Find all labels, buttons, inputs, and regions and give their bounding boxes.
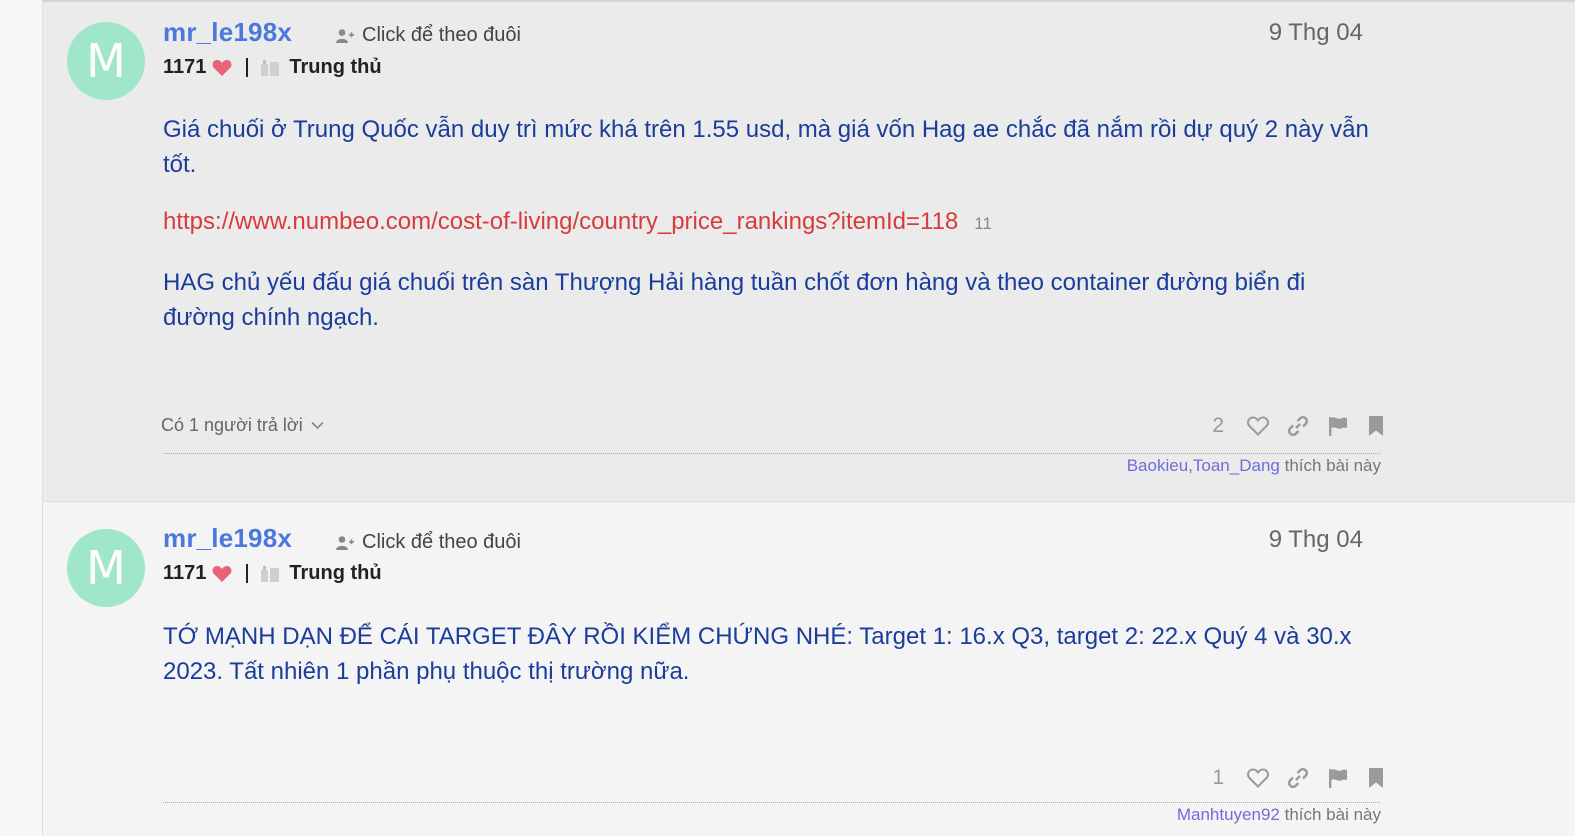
share-link-button[interactable] bbox=[1287, 415, 1309, 437]
meta-separator bbox=[246, 58, 249, 77]
link-icon bbox=[1287, 415, 1309, 437]
like-count: 2 bbox=[1212, 414, 1224, 437]
user-rank: Trung thủ bbox=[289, 56, 382, 78]
bookmark-button[interactable] bbox=[1367, 415, 1385, 437]
heart-icon bbox=[212, 59, 232, 76]
bookmark-icon bbox=[1369, 416, 1383, 436]
post-date[interactable]: 9 Thg 04 bbox=[1269, 19, 1363, 47]
heart-outline-icon bbox=[1247, 416, 1269, 436]
meta-separator bbox=[246, 564, 249, 583]
username-link[interactable]: mr_le198x bbox=[163, 523, 292, 554]
follow-label: Click để theo đuôi bbox=[362, 531, 521, 553]
replies-toggle[interactable]: Có 1 người trả lời bbox=[161, 415, 324, 436]
post-paragraph: HAG chủ yếu đấu giá chuối trên sàn Thượn… bbox=[163, 269, 1306, 331]
liker-link[interactable]: Toan_Dang bbox=[1193, 456, 1280, 475]
like-count: 1 bbox=[1212, 766, 1224, 789]
likers-line: Manhtuyen92 thích bài này bbox=[1177, 805, 1381, 825]
flag-icon bbox=[1329, 417, 1347, 436]
follow-button[interactable]: Click để theo đuôi bbox=[336, 531, 521, 554]
follow-label: Click để theo đuôi bbox=[362, 24, 521, 46]
likes-suffix: thích bài này bbox=[1284, 805, 1381, 824]
likes-suffix: thích bài này bbox=[1284, 456, 1381, 475]
post-paragraph: Giá chuối ở Trung Quốc vẫn duy trì mức k… bbox=[163, 116, 1369, 178]
user-meta: 1171 Trung thủ bbox=[163, 56, 382, 79]
user-meta: 1171 Trung thủ bbox=[163, 562, 382, 585]
like-button[interactable] bbox=[1247, 768, 1269, 788]
avatar[interactable]: M bbox=[67, 529, 145, 607]
user-rank: Trung thủ bbox=[289, 562, 382, 584]
post: M mr_le198x Click để theo đuôi 1171 Trun… bbox=[43, 2, 1575, 502]
user-score: 1171 bbox=[163, 562, 207, 584]
username-link[interactable]: mr_le198x bbox=[163, 17, 292, 48]
likes-divider bbox=[163, 453, 1380, 454]
badge-icon bbox=[261, 59, 280, 76]
post-body: TỚ MẠNH DẠN ĐỂ CÁI TARGET ĐÂY RỒI KIỂM C… bbox=[163, 619, 1378, 689]
link-click-count: 11 bbox=[974, 214, 992, 233]
flag-icon bbox=[1329, 769, 1347, 788]
heart-icon bbox=[212, 565, 232, 582]
post-actions: 2 bbox=[1212, 414, 1385, 438]
left-gutter bbox=[0, 0, 43, 836]
likers-line: Baokieu,Toan_Dang thích bài này bbox=[1127, 456, 1381, 476]
avatar[interactable]: M bbox=[67, 22, 145, 100]
bookmark-icon bbox=[1369, 768, 1383, 788]
user-plus-icon bbox=[336, 28, 354, 43]
share-link-button[interactable] bbox=[1287, 767, 1309, 789]
like-button[interactable] bbox=[1247, 416, 1269, 436]
user-score: 1171 bbox=[163, 56, 207, 78]
post-link-line: https://www.numbeo.com/cost-of-living/co… bbox=[163, 208, 992, 236]
post: M mr_le198x Click để theo đuôi 1171 Trun… bbox=[43, 503, 1575, 836]
likes-divider bbox=[163, 802, 1380, 803]
liker-link[interactable]: Baokieu bbox=[1127, 456, 1188, 475]
follow-button[interactable]: Click để theo đuôi bbox=[336, 24, 521, 47]
chevron-down-icon bbox=[311, 421, 324, 430]
post-actions: 1 bbox=[1212, 766, 1385, 790]
liker-link[interactable]: Manhtuyen92 bbox=[1177, 805, 1280, 824]
heart-outline-icon bbox=[1247, 768, 1269, 788]
bookmark-button[interactable] bbox=[1367, 767, 1385, 789]
replies-label: Có 1 người trả lời bbox=[161, 415, 303, 435]
post-body: Giá chuối ở Trung Quốc vẫn duy trì mức k… bbox=[163, 112, 1378, 182]
post-link[interactable]: https://www.numbeo.com/cost-of-living/co… bbox=[163, 208, 958, 236]
user-plus-icon bbox=[336, 535, 354, 550]
link-icon bbox=[1287, 767, 1309, 789]
post-body-2: HAG chủ yếu đấu giá chuối trên sàn Thượn… bbox=[163, 265, 1378, 335]
post-paragraph: TỚ MẠNH DẠN ĐỂ CÁI TARGET ĐÂY RỒI KIỂM C… bbox=[163, 623, 1352, 685]
badge-icon bbox=[261, 565, 280, 582]
post-date[interactable]: 9 Thg 04 bbox=[1269, 526, 1363, 554]
flag-button[interactable] bbox=[1327, 415, 1349, 437]
flag-button[interactable] bbox=[1327, 767, 1349, 789]
